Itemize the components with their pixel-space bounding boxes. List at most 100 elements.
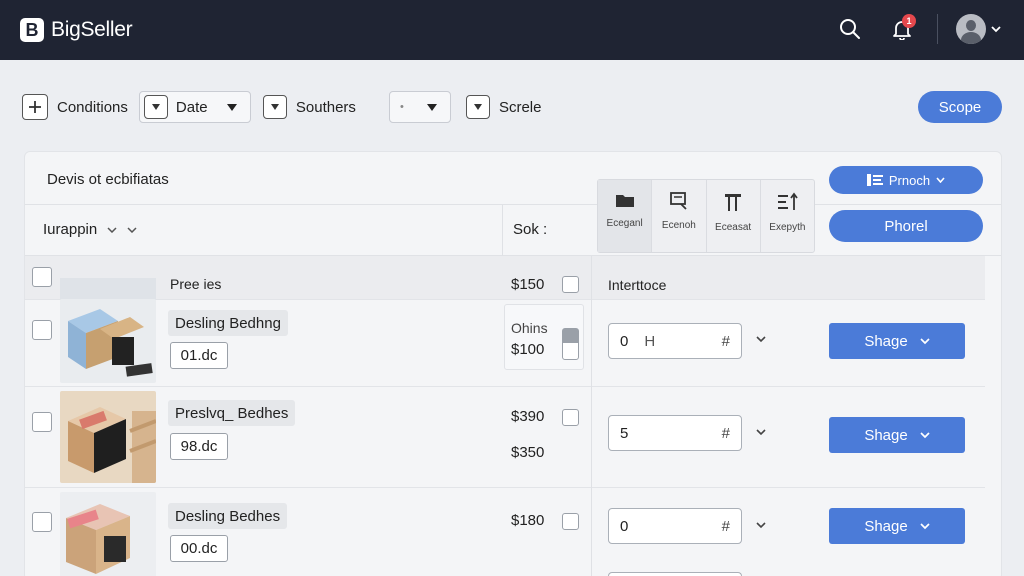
tool-ecenoh[interactable]: Ecenoh (652, 180, 707, 252)
folder-icon (615, 195, 634, 207)
quantity-input-partial[interactable] (608, 572, 742, 576)
sku-field[interactable]: 98.dc (170, 433, 228, 460)
share-button-label: Shage (864, 426, 908, 444)
southers-toggle[interactable] (262, 95, 287, 119)
date-select[interactable]: Date (138, 91, 251, 123)
tool-eceasat[interactable]: Eceasat (707, 180, 761, 252)
chevron-down-icon (920, 337, 930, 344)
table-row: Preslvq_ Bedhes 98.dc $390 $350 5 # Shag… (25, 387, 985, 488)
sku-field[interactable]: 00.dc (170, 535, 228, 562)
chevron-down-icon (920, 522, 930, 529)
sort-dropdown[interactable]: Iurappin (43, 221, 137, 238)
quantity-input[interactable]: 0 # (608, 508, 742, 544)
caret-down-icon (426, 104, 437, 111)
chevron-down-icon[interactable] (990, 23, 1002, 35)
chevron-down-icon[interactable] (756, 429, 766, 436)
share-button[interactable]: Shage (829, 508, 965, 544)
sku-field[interactable]: 01.dc (170, 342, 228, 369)
date-toggle[interactable] (143, 95, 168, 119)
topbar-divider (937, 14, 938, 44)
add-condition-button[interactable] (22, 94, 48, 120)
product-name: Desling Bedhes (168, 503, 288, 529)
chevron-down-icon[interactable] (756, 522, 766, 529)
section-label: Interttoce (608, 277, 667, 293)
row-price: $390 (511, 408, 545, 425)
caret-down-icon (151, 104, 160, 110)
product-panel: Devis ot ecbifiatas Prnoch Phorel Iurapp… (24, 151, 1002, 576)
row-checkbox[interactable] (32, 412, 52, 432)
price-checkbox[interactable] (562, 513, 579, 530)
quantity-value: 5 (620, 424, 629, 442)
row-checkbox[interactable] (32, 320, 52, 340)
stock-header: Sok : (513, 221, 548, 238)
hash-icon: # (721, 424, 730, 442)
screle-label: Screle (498, 98, 542, 116)
tool-exepyth[interactable]: Exepyth (761, 180, 814, 252)
app-logo[interactable]: B BigSeller (20, 18, 133, 42)
chevron-down-icon (107, 226, 117, 233)
chevron-down-icon (936, 177, 945, 183)
print-icon (669, 192, 687, 210)
share-button-label: Shage (864, 332, 908, 350)
row-checkbox[interactable] (32, 267, 52, 287)
panel-title: Devis ot ecbifiatas (47, 171, 169, 188)
caret-down-icon (473, 104, 482, 110)
chevron-down-icon[interactable] (756, 336, 766, 343)
toolbox: Eceganl Ecenoh Eceasat Exepyth (597, 179, 815, 253)
row-price-secondary: $350 (511, 444, 545, 461)
sort-icon (778, 192, 799, 210)
price-checkbox[interactable] (562, 409, 579, 426)
product-thumbnail (60, 492, 156, 576)
tool-label: Ecenoh (661, 220, 696, 231)
chevron-down-icon (920, 431, 930, 438)
caret-down-icon (226, 104, 237, 111)
row-title: Pree ies (170, 276, 222, 292)
share-button[interactable]: Shage (829, 417, 965, 453)
list-icon (866, 174, 883, 186)
hash-icon: # (721, 517, 730, 535)
hash-icon: # (721, 332, 730, 350)
logo-mark: B (20, 18, 44, 42)
value-select[interactable]: • (388, 91, 451, 123)
row-price: $180 (511, 512, 545, 529)
app-name: BigSeller (51, 18, 133, 41)
conditions-label: Conditions (57, 98, 128, 116)
sort-label: Iurappin (43, 221, 98, 238)
quantity-input[interactable]: 5 # (608, 415, 742, 451)
share-button-label: Shage (864, 517, 908, 535)
column-divider (502, 205, 503, 257)
search-icon[interactable] (833, 12, 867, 46)
filter-bar: Conditions Date Southers • Screle (22, 90, 541, 124)
row-price: $100 (511, 341, 545, 358)
quantity-input[interactable]: 0 H # (608, 323, 742, 359)
table-header: Iurappin Sok : (25, 204, 1001, 257)
scope-button[interactable]: Scope (918, 91, 1002, 123)
caret-down-icon (270, 104, 279, 110)
screle-toggle[interactable] (465, 95, 490, 119)
product-thumbnail (60, 278, 156, 300)
top-bar: B BigSeller 1 (0, 0, 1024, 60)
product-thumbnail (60, 391, 156, 483)
plus-icon (29, 101, 41, 113)
price-stepper[interactable] (562, 328, 579, 360)
notification-badge: 1 (902, 14, 916, 28)
action-dropdown-button[interactable]: Prnoch (829, 166, 983, 194)
avatar[interactable] (956, 14, 986, 44)
row-checkbox[interactable] (32, 512, 52, 532)
quantity-value: 0 (620, 517, 629, 535)
row-price: $150 (511, 276, 545, 293)
tool-eceganl[interactable]: Eceganl (598, 180, 653, 252)
bell-icon[interactable]: 1 (885, 12, 919, 46)
action-button-label: Prnoch (888, 172, 931, 188)
product-name: Desling Bedhng (168, 310, 288, 336)
price-checkbox[interactable] (562, 276, 579, 293)
table-row: Desling Bedhng 01.dc Ohins $100 0 H # Sh… (25, 299, 985, 387)
southers-label: Southers (295, 98, 356, 116)
share-button[interactable]: Shage (829, 323, 965, 359)
table-row: Pree ies $150 Interttoce (25, 256, 985, 300)
chevron-down-icon (127, 226, 137, 233)
product-name: Preslvq_ Bedhes (168, 400, 296, 426)
product-thumbnail (60, 299, 156, 383)
user-menu[interactable] (956, 14, 1002, 44)
columns-icon (725, 194, 742, 211)
